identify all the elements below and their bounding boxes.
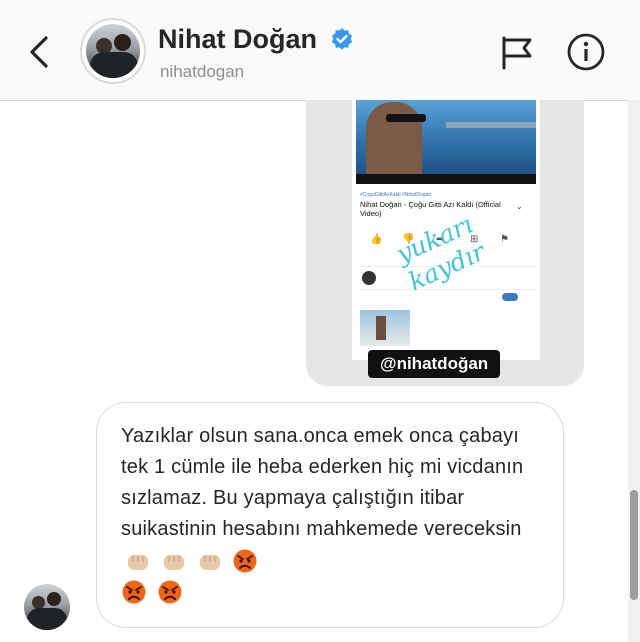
display-name[interactable]: Nihat Doğan — [158, 24, 317, 55]
flag-icon: ⚑ — [500, 234, 509, 245]
angry-face-emoji — [233, 549, 257, 573]
chat-header: Nihat Doğan nihatdogan — [0, 0, 640, 101]
scrollbar-thumb[interactable] — [630, 490, 638, 600]
fist-emoji — [128, 554, 148, 570]
message-text-block: Yazıklar olsun sana.onca emek onca çabay… — [121, 421, 551, 607]
mention-sticker[interactable]: @nihatdoğan — [368, 350, 501, 378]
angry-face-emoji — [158, 580, 182, 604]
video-thumbnail — [356, 100, 536, 182]
video-title: Nihat Doğan - Çoğu Gitti Azı Kaldı (Offi… — [360, 200, 501, 218]
channel-avatar — [362, 271, 376, 285]
share-icon: ➦ — [436, 234, 445, 245]
fist-emoji — [199, 554, 220, 570]
autoplay-toggle — [502, 293, 518, 301]
channel-row — [360, 266, 536, 290]
verified-badge-icon — [331, 28, 353, 50]
scrollbar[interactable] — [628, 100, 640, 642]
info-icon — [567, 33, 605, 71]
save-icon: ⊞ — [470, 234, 479, 245]
message-text: Yazıklar olsun sana.onca emek onca çabay… — [121, 425, 524, 540]
angry-face-emoji — [122, 580, 146, 604]
report-flag-button[interactable] — [498, 34, 536, 72]
avatar-image — [86, 24, 140, 78]
back-button[interactable] — [22, 30, 58, 74]
video-actions: 👍 👎 ➦ ⊞ ⚑ — [370, 234, 530, 254]
video-progress-bar — [356, 174, 536, 184]
shared-story-card[interactable]: #CoguGittiAzKaldi #NihatDogan Nihat Doğa… — [306, 100, 584, 386]
message-bubble[interactable]: Yazıklar olsun sana.onca emek onca çabay… — [96, 402, 564, 628]
video-tags: #CoguGittiAzKaldi #NihatDogan — [360, 192, 432, 198]
chevron-left-icon — [30, 36, 48, 68]
sender-avatar[interactable] — [24, 584, 70, 630]
fist-emoji — [163, 554, 184, 570]
username: nihatdogan — [160, 62, 245, 81]
story-screenshot: #CoguGittiAzKaldi #NihatDogan Nihat Doğa… — [352, 100, 540, 360]
flag-icon — [502, 36, 532, 70]
like-icon: 👍 — [370, 234, 383, 245]
conversation-info-button[interactable] — [566, 32, 606, 72]
recommended-thumbnail — [360, 310, 410, 346]
profile-avatar[interactable] — [80, 18, 146, 84]
dislike-icon: 👎 — [402, 234, 415, 245]
chevron-down-icon: ⌄ — [516, 202, 523, 211]
